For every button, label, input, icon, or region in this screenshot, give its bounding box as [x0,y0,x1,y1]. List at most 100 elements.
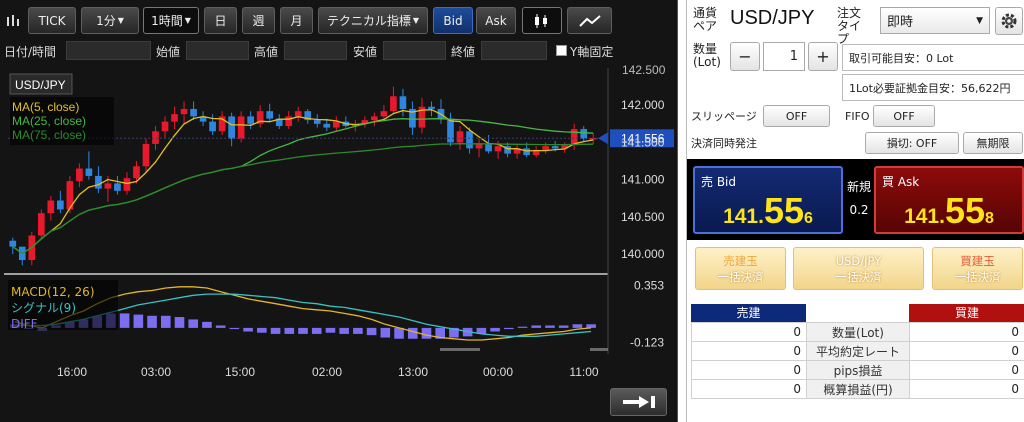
y-tick-label: 140.000 [621,247,665,261]
scroll-to-latest-button[interactable] [610,388,667,416]
ask-label: 買 Ask [882,175,920,189]
technical-indicator-dropdown[interactable]: テクニカル指標 ▼ [318,7,428,34]
settle-pair-button[interactable]: USD/JPY 一括決済 [793,247,924,290]
candle-body [37,213,45,236]
candle-body [323,123,331,128]
close-value [481,41,547,60]
technical-label: テクニカル指標 [326,14,411,28]
macd-legend-entry: MACD(12, 26) [11,285,95,299]
y-axis-fix-label: Y軸固定 [570,45,614,59]
qty-label: 数量(Lot) [693,42,721,69]
settle-sell-button[interactable]: 売建玉 一括決済 [695,247,786,290]
candle-body [171,114,178,122]
candle-body [104,183,112,189]
trading-app: TICK 1分 ▼ 1時間 ▼ 日 週 月 テクニカル指標 ▼ Bid Ask 日付/… [0,0,1024,422]
diff-bar [366,327,377,336]
week-button[interactable]: 週 [242,7,275,34]
ask-price: 141.558 [876,190,1022,232]
candle-body [180,108,188,115]
diff-bar [215,325,226,328]
candle-body [228,116,235,139]
chevron-down-icon: ▼ [412,16,420,25]
bid-price: 141.556 [695,190,841,232]
expiry-button[interactable]: 無期限 [963,132,1023,154]
x-tick-label: 00:00 [483,365,513,379]
price-chart[interactable]: 141.556 142.500142.000141.500141.000140.… [0,64,678,384]
candle-body [399,96,407,109]
bid-toggle[interactable]: Bid [433,7,473,34]
table-row: 0 pips損益 0 [691,360,1024,380]
line-chart-button[interactable] [567,7,612,34]
bid-price-prefix: 141. [723,205,764,228]
candle-body [313,120,321,124]
candle-body [190,108,197,117]
spread-value: 0.2 [849,203,869,217]
candle-body [494,146,502,152]
diff-bar [174,317,185,328]
candle-body [133,166,140,179]
bid-label: 売 Bid [701,175,736,189]
diff-bar [229,327,240,330]
qty-minus-button[interactable]: − [730,42,760,71]
ask-toggle[interactable]: Ask [476,7,516,34]
stoploss-toggle[interactable]: 損切: OFF [865,132,959,154]
timeframe-dropdown[interactable]: 1時間 ▼ [143,7,199,34]
scroll-thumb-end[interactable] [590,348,608,351]
diff-bar [380,327,391,338]
candle-body [390,96,397,112]
y-axis-fix-checkbox[interactable] [556,45,567,56]
candle-body [209,121,216,132]
scroll-thumb[interactable] [440,348,480,351]
qty-plus-button[interactable]: + [808,42,838,71]
spread-label: 新規 [846,180,871,194]
qty-input[interactable]: 1 [763,42,805,71]
day-button[interactable]: 日 [204,7,237,34]
candle-body [142,143,150,167]
candle-body [161,121,169,132]
candle-body [152,131,159,144]
settle-buy-button[interactable]: 買建玉 一括決済 [932,247,1023,290]
open-label: 始値 [156,45,181,59]
pair-label: 通貨ペア [693,6,718,33]
candle-body [380,111,388,117]
y-tick-label: 140.500 [621,210,665,224]
candle-body [371,116,378,121]
settle-sell-line1: 売建玉 [723,254,758,268]
diff-bar [394,327,404,339]
week-label: 週 [252,14,265,28]
sell-bid-button[interactable]: 売 Bid 141.556 [693,166,843,234]
ohlc-row: 日付/時間 始値 高値 安値 終値 Y軸固定 [0,38,678,64]
sell-value: 0 [691,322,807,342]
period-dropdown[interactable]: 1分 ▼ [81,7,139,34]
order-type-select[interactable]: 即時 ▼ [880,7,990,34]
buy-value: 0 [909,322,1024,342]
buy-ask-button[interactable]: 買 Ask 141.558 [874,166,1024,234]
fifo-toggle[interactable]: OFF [873,105,935,127]
chevron-down-icon: ▼ [184,16,191,25]
candlestick-button[interactable] [522,7,562,34]
diff-bar [119,313,130,328]
chevron-down-icon: ▼ [976,15,983,26]
month-button[interactable]: 月 [280,7,313,34]
open-value [186,41,249,60]
settle-sell-line2: 一括決済 [717,270,764,284]
diff-bar [353,327,363,334]
legend-entry: MA(25, close) [12,114,86,128]
candle-body [447,118,454,143]
candle-body [47,200,55,214]
diff-bar [517,326,528,328]
tick-button[interactable]: TICK [28,7,76,34]
slippage-toggle[interactable]: OFF [763,105,830,127]
slippage-label: スリッページ [691,110,757,123]
low-label: 安値 [353,45,378,59]
slippage-value: OFF [785,109,808,123]
candle-body [9,240,17,247]
settle-pair-line1: USD/JPY [835,254,882,268]
settings-button[interactable] [995,7,1023,35]
qty-value: 1 [789,49,798,64]
bid-price-tail: 6 [804,210,813,227]
chart-menu-icon[interactable] [3,7,23,34]
buy-value: 0 [909,341,1024,361]
x-tick-label: 13:00 [398,365,428,379]
candle-body [475,143,483,149]
